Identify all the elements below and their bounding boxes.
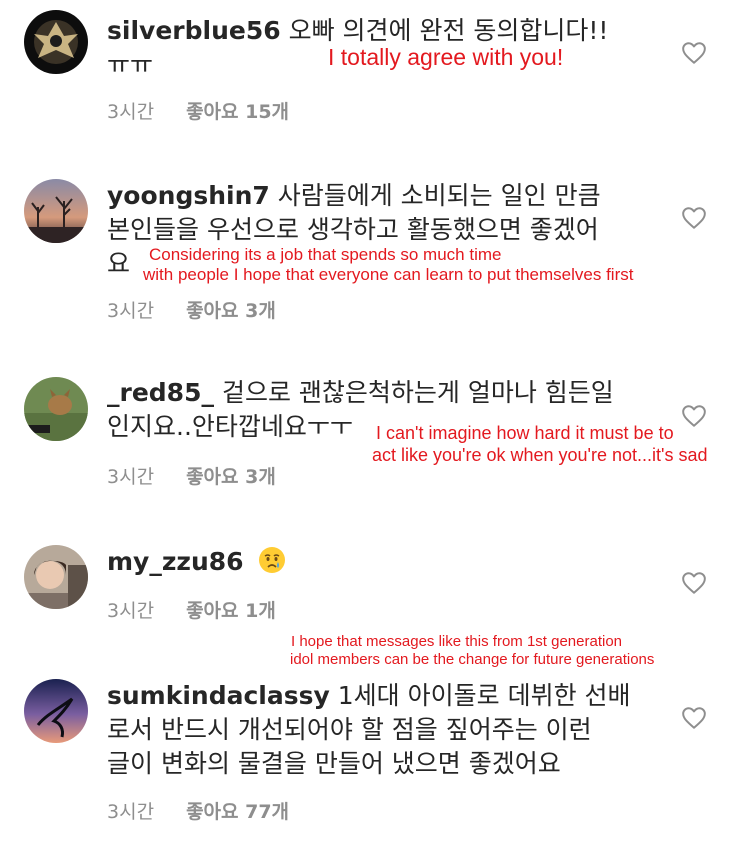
comment-meta: 3시간 좋아요 77개 <box>107 797 289 824</box>
username[interactable]: sumkindaclassy <box>107 681 330 710</box>
comment-meta: 3시간 좋아요 15개 <box>107 97 289 124</box>
avatar[interactable] <box>24 10 88 74</box>
comment-body: my_zzu86 <box>107 545 647 583</box>
translation-note: idol members can be the change for futur… <box>290 651 655 668</box>
comment-text: 본인들을 우선으로 생각하고 활동했으면 좋겠어 <box>107 215 599 244</box>
translation-note: act like you're ok when you're not...it'… <box>372 445 708 465</box>
heart-outline-icon[interactable] <box>681 403 707 429</box>
heart-outline-icon[interactable] <box>681 705 707 731</box>
comment-text: 오빠 의견에 완전 동의합니다!! <box>288 16 609 45</box>
comment-meta: 3시간 좋아요 3개 <box>107 296 276 323</box>
comment-text: 1세대 아이돌로 데뷔한 선배 <box>337 681 631 710</box>
username[interactable]: silverblue56 <box>107 16 281 45</box>
comment-text: 요 <box>107 249 131 278</box>
like-count[interactable]: 좋아요 77개 <box>186 801 289 823</box>
comment-text: 겉으로 괜찮은척하는게 얼마나 힘든일 <box>221 378 614 407</box>
translation-note: Considering its a job that spends so muc… <box>149 245 502 264</box>
avatar[interactable] <box>24 545 88 609</box>
avatar[interactable] <box>24 679 88 743</box>
heart-outline-icon[interactable] <box>681 570 707 596</box>
avatar[interactable] <box>24 179 88 243</box>
comment-text: 인지요..안타깝네요ㅜㅜ <box>107 412 353 441</box>
heart-outline-icon[interactable] <box>681 205 707 231</box>
translation-note: I hope that messages like this from 1st … <box>291 633 623 650</box>
like-count[interactable]: 좋아요 3개 <box>186 466 276 488</box>
timestamp: 3시간 <box>107 101 155 123</box>
timestamp: 3시간 <box>107 600 155 622</box>
timestamp: 3시간 <box>107 466 155 488</box>
crying-face-icon <box>258 546 286 583</box>
comment-text: 사람들에게 소비되는 일인 만큼 <box>277 181 601 210</box>
timestamp: 3시간 <box>107 801 155 823</box>
username[interactable]: my_zzu86 <box>107 547 244 576</box>
comment-text: 글이 변화의 물결을 만들어 냈으면 좋겠어요 <box>107 749 561 778</box>
comment-meta: 3시간 좋아요 3개 <box>107 462 276 489</box>
comment-body: sumkindaclassy 1세대 아이돌로 데뷔한 선배 로서 반드시 개선… <box>107 679 647 781</box>
comment-text: 로서 반드시 개선되어야 할 점을 짚어주는 이런 <box>107 715 592 744</box>
like-count[interactable]: 좋아요 1개 <box>186 600 276 622</box>
avatar[interactable] <box>24 377 88 441</box>
like-count[interactable]: 좋아요 15개 <box>186 101 289 123</box>
translation-note: I can't imagine how hard it must be to <box>376 423 674 443</box>
timestamp: 3시간 <box>107 300 155 322</box>
username[interactable]: _red85_ <box>107 378 214 407</box>
translation-note: with people I hope that everyone can lea… <box>143 265 634 284</box>
comment-meta: 3시간 좋아요 1개 <box>107 596 276 623</box>
translation-note: I totally agree with you! <box>328 44 564 70</box>
heart-outline-icon[interactable] <box>681 40 707 66</box>
username[interactable]: yoongshin7 <box>107 181 270 210</box>
like-count[interactable]: 좋아요 3개 <box>186 300 276 322</box>
comment-text: ㅠㅠ <box>107 50 154 79</box>
